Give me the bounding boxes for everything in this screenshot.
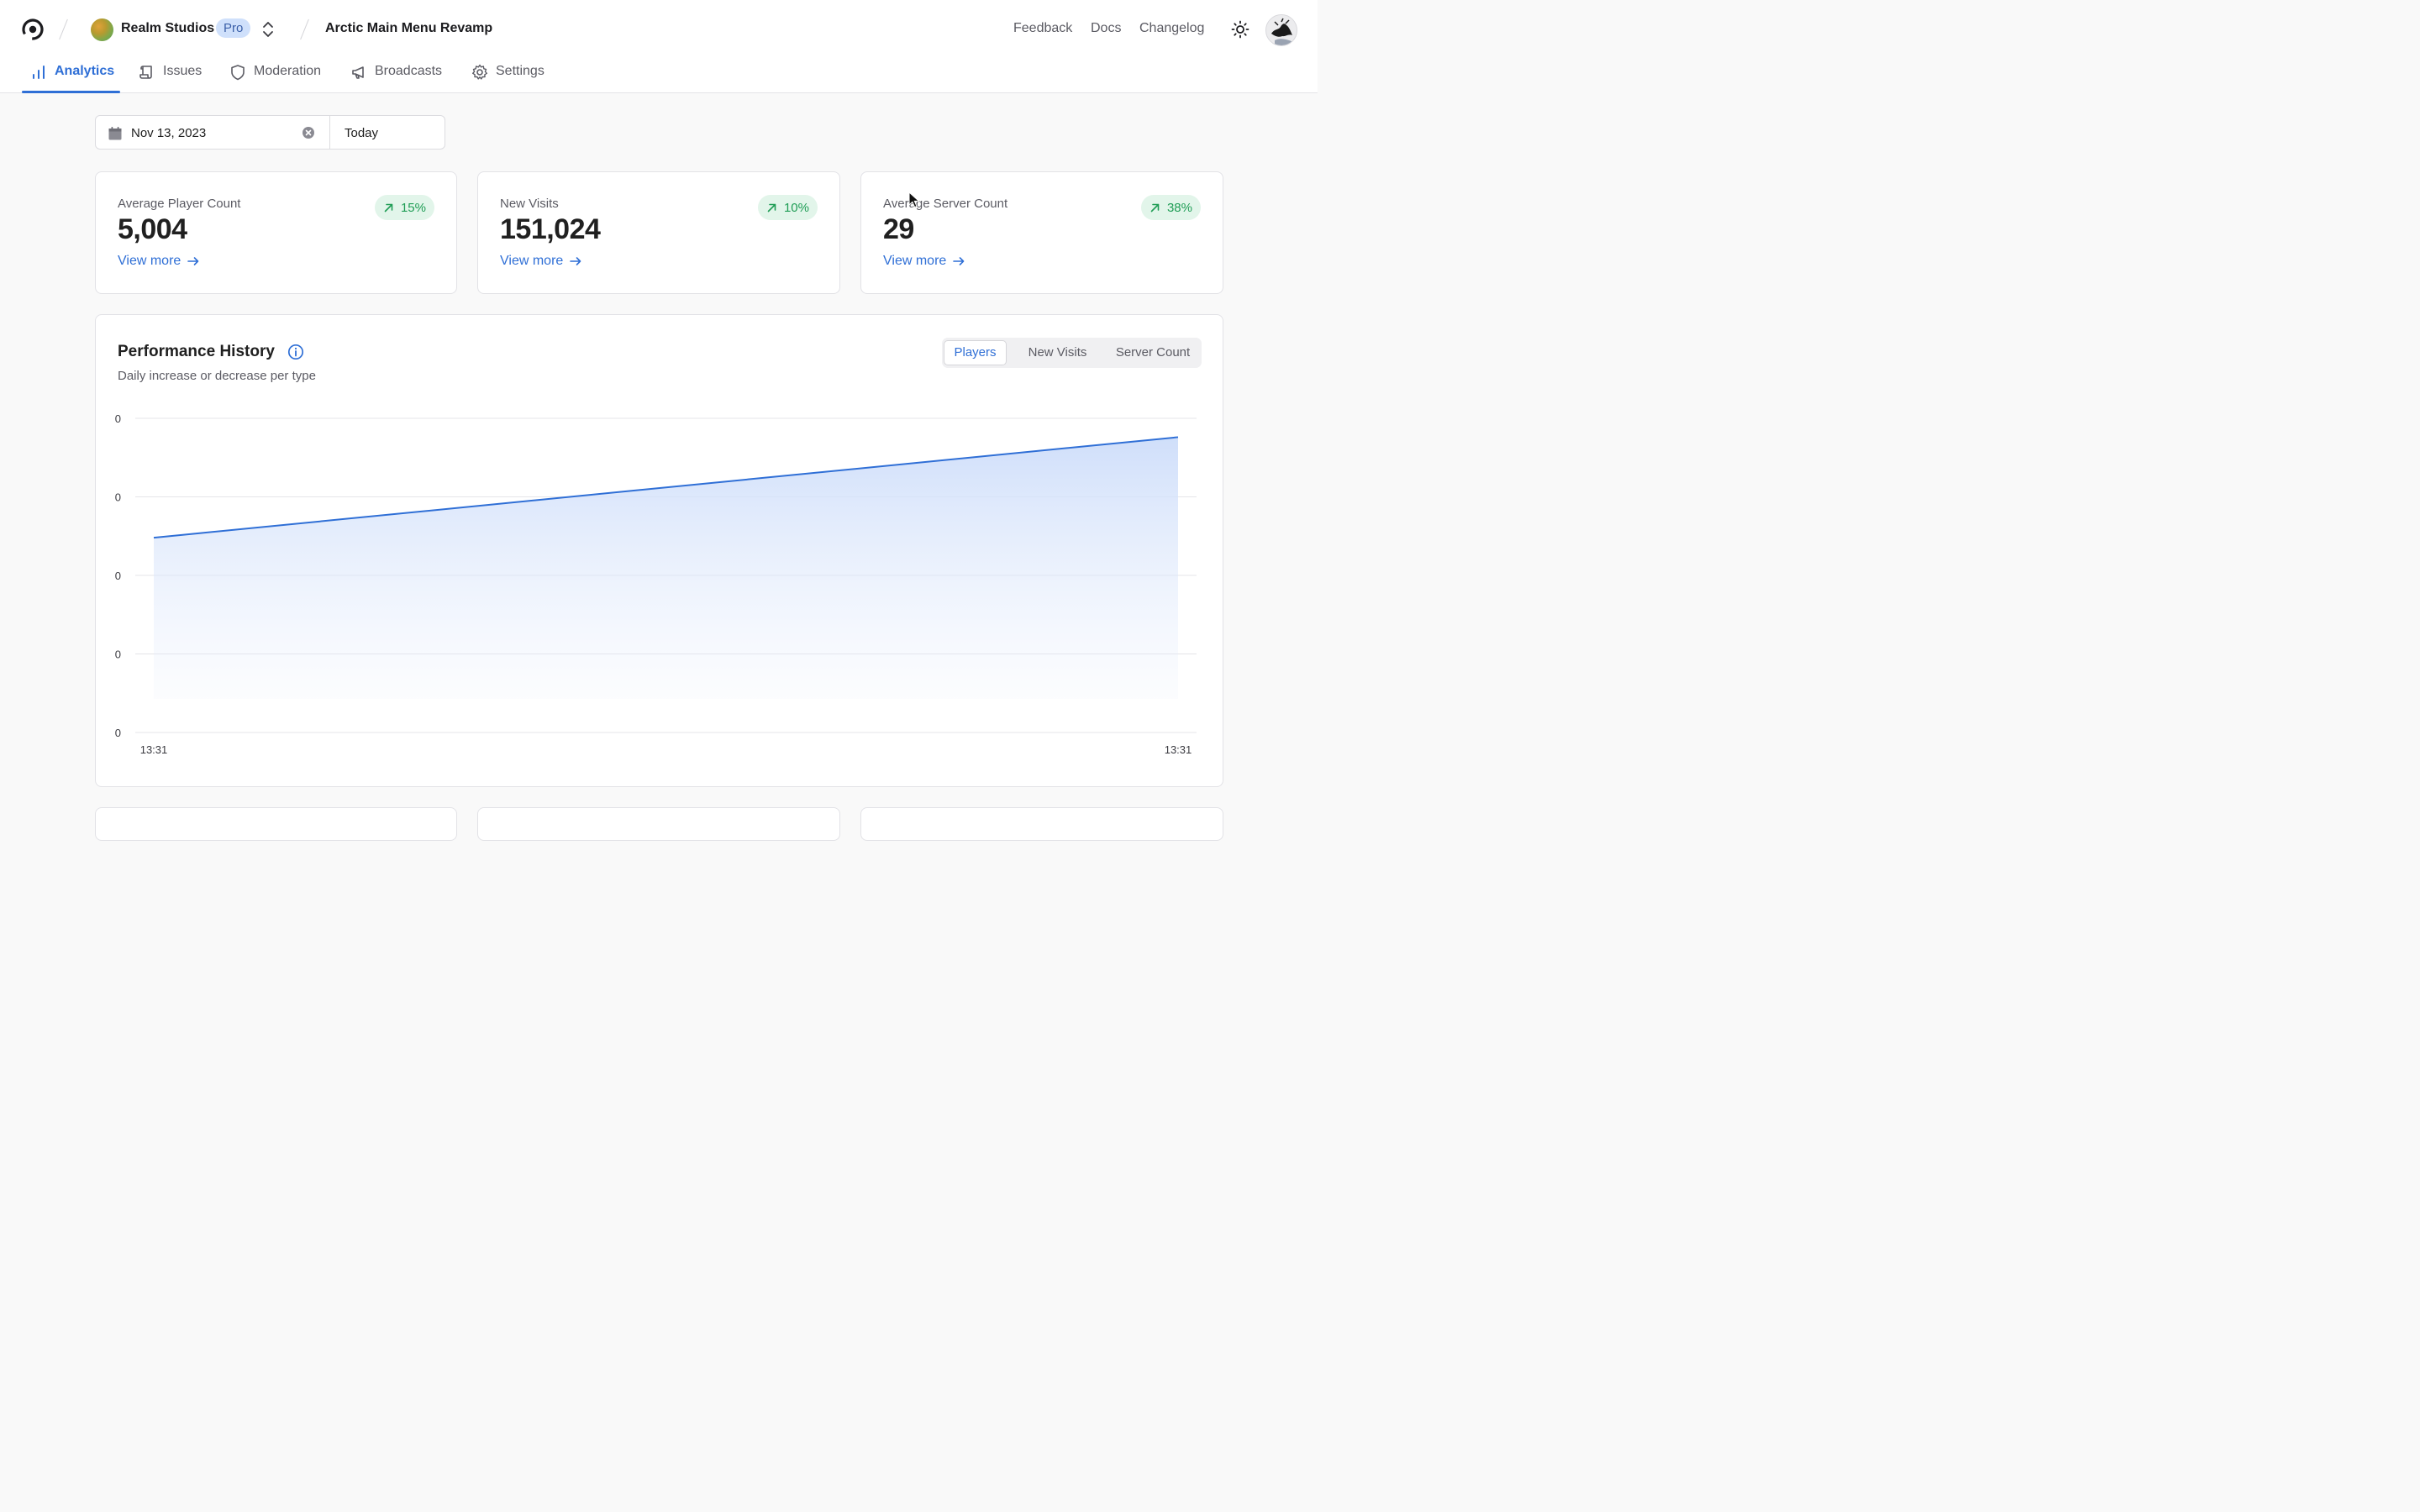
- view-more-link[interactable]: View more: [883, 254, 965, 269]
- trend-badge: 15%: [374, 195, 434, 220]
- stat-card-server-count: Average Server Count 29 38% View more: [860, 171, 1223, 294]
- trend-badge: 10%: [757, 195, 818, 220]
- arrow-right-icon: [570, 257, 581, 265]
- trend-value: 10%: [783, 200, 809, 215]
- date-divider: [329, 116, 330, 149]
- arrow-up-right-icon: [1150, 203, 1160, 212]
- chevron-up-down-icon[interactable]: [260, 19, 276, 39]
- docs-link[interactable]: Docs: [1091, 21, 1121, 36]
- tab-moderation-label: Moderation: [254, 64, 322, 78]
- performance-history-card: Performance History Daily increase or de…: [95, 314, 1223, 787]
- y-tick-label: 0: [115, 491, 121, 504]
- stat-card-new-visits: New Visits 151,024 10% View more: [477, 171, 840, 294]
- stat-label: Average Player Count: [118, 197, 241, 211]
- tab-moderation[interactable]: Moderation: [229, 64, 321, 92]
- tab-broadcasts-label: Broadcasts: [375, 64, 443, 78]
- sun-icon[interactable]: [1231, 20, 1249, 39]
- tab-settings[interactable]: Settings: [471, 64, 544, 92]
- arrow-up-right-icon: [767, 203, 776, 212]
- tab-settings-label: Settings: [496, 64, 544, 78]
- bottom-card: [477, 807, 840, 841]
- end-date-button[interactable]: Today: [345, 126, 378, 140]
- trend-value: 15%: [400, 200, 426, 215]
- bar-chart-icon: [33, 66, 45, 79]
- x-tick-label: 13:31: [140, 743, 168, 756]
- view-more-link[interactable]: View more: [500, 254, 582, 269]
- project-name[interactable]: Arctic Main Menu Revamp: [325, 21, 492, 36]
- trend-value: 38%: [1166, 200, 1192, 215]
- performance-chart: 0 0 0 0 0 13:31 13:31: [115, 412, 1197, 756]
- gear-icon: [472, 64, 487, 80]
- breadcrumb-separator: [300, 18, 309, 40]
- stat-card-player-count: Average Player Count 5,004 15% View more: [95, 171, 457, 294]
- x-tick-label: 13:31: [1165, 743, 1192, 756]
- view-more-label: View more: [118, 254, 182, 268]
- shield-icon: [231, 65, 245, 81]
- arrow-right-icon: [187, 257, 199, 265]
- org-name[interactable]: Realm Studios: [121, 21, 214, 36]
- trend-badge: 38%: [1140, 195, 1201, 220]
- y-tick-label: 0: [115, 648, 121, 661]
- stat-label: Average Server Count: [883, 197, 1008, 211]
- breadcrumb-separator: [59, 18, 68, 40]
- feedback-link[interactable]: Feedback: [1013, 21, 1072, 36]
- scroll-icon: [139, 66, 152, 79]
- y-tick-label: 0: [115, 412, 121, 425]
- arrow-right-icon: [953, 257, 965, 265]
- stat-value: 151,024: [500, 213, 601, 245]
- clear-date-icon[interactable]: [302, 126, 315, 139]
- top-header: Realm Studios Pro Arctic Main Menu Revam…: [0, 0, 1318, 93]
- app-logo-icon[interactable]: [21, 18, 45, 41]
- mouse-cursor-icon: [908, 192, 920, 208]
- stat-value: 5,004: [118, 213, 187, 245]
- user-avatar[interactable]: [1265, 14, 1297, 46]
- active-tab-indicator: [22, 91, 120, 93]
- view-more-link[interactable]: View more: [118, 254, 200, 269]
- start-date-input[interactable]: Nov 13, 2023: [131, 126, 206, 140]
- y-tick-label: 0: [115, 727, 121, 739]
- stat-label: New Visits: [500, 197, 559, 211]
- changelog-link[interactable]: Changelog: [1139, 21, 1204, 36]
- user-avatar-image: [1266, 15, 1297, 45]
- view-more-label: View more: [883, 254, 947, 268]
- bottom-card: [95, 807, 457, 841]
- series-area: [154, 437, 1178, 699]
- date-range-picker[interactable]: Nov 13, 2023 Today: [95, 115, 445, 150]
- stat-value: 29: [883, 213, 914, 245]
- tab-issues-label: Issues: [163, 64, 203, 78]
- tab-analytics-label: Analytics: [55, 64, 115, 78]
- org-avatar[interactable]: [91, 18, 113, 41]
- megaphone-icon: [352, 66, 364, 79]
- tab-broadcasts[interactable]: Broadcasts: [350, 64, 442, 92]
- y-tick-label: 0: [115, 570, 121, 582]
- plan-badge: Pro: [216, 18, 251, 38]
- tab-issues[interactable]: Issues: [139, 64, 202, 92]
- calendar-icon: [108, 127, 122, 140]
- view-more-label: View more: [500, 254, 564, 268]
- bottom-card: [860, 807, 1223, 841]
- tab-analytics[interactable]: Analytics: [30, 64, 114, 92]
- arrow-up-right-icon: [384, 203, 393, 212]
